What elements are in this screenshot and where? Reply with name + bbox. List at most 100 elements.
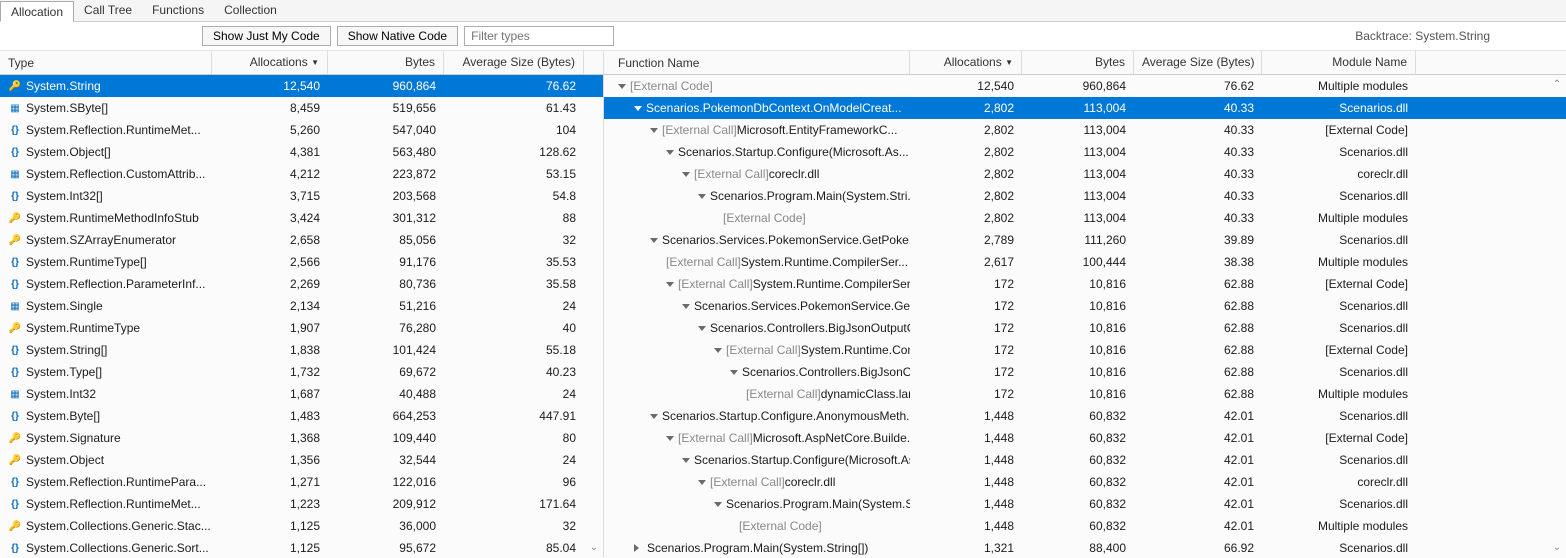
col-bytes[interactable]: Bytes [328,51,444,74]
type-name: System.Collections.Generic.Stac... [26,519,211,533]
expand-collapse-icon[interactable] [698,194,706,199]
expand-collapse-icon[interactable] [714,348,722,353]
col-avg-size[interactable]: Average Size (Bytes) [444,51,584,74]
show-just-my-code-button[interactable]: Show Just My Code [202,26,331,46]
table-row[interactable]: {}System.Int32[]3,715203,56854.8 [0,185,603,207]
tree-row[interactable]: [External Call] dynamicClass.lam...17210… [604,383,1566,405]
tree-row[interactable]: Scenarios.Controllers.BigJsonOutp...1721… [604,361,1566,383]
table-row[interactable]: {}System.Reflection.RuntimeMet...5,26054… [0,119,603,141]
expand-collapse-icon[interactable] [666,150,674,155]
tab-call-tree[interactable]: Call Tree [74,0,142,21]
expand-collapse-icon[interactable] [650,238,658,243]
function-name: Microsoft.AspNetCore.Builde... [753,431,910,445]
backtrace-tree[interactable]: [External Code]12,540960,86476.62Multipl… [604,75,1566,557]
expand-collapse-icon[interactable] [666,282,674,287]
tree-row[interactable]: [External Call] System.Runtime.CompilerS… [604,251,1566,273]
tree-row[interactable]: Scenarios.Controllers.BigJsonOutputC...1… [604,317,1566,339]
show-native-code-button[interactable]: Show Native Code [337,26,458,46]
cell-allocations: 2,802 [910,167,1022,181]
expand-collapse-icon[interactable] [714,502,722,507]
cell-allocations: 1,125 [212,519,328,533]
expand-collapse-icon[interactable] [634,544,643,552]
col-bytes-bt[interactable]: Bytes [1022,51,1134,74]
expand-collapse-icon[interactable] [650,128,658,133]
expand-collapse-icon[interactable] [618,84,626,89]
tree-row[interactable]: Scenarios.Services.PokemonService.GetPok… [604,229,1566,251]
tree-row[interactable]: Scenarios.Program.Main(System.Stri...1,4… [604,493,1566,515]
table-row[interactable]: {}System.Type[]1,73269,67240.23 [0,361,603,383]
tree-row[interactable]: Scenarios.Program.Main(System.String[])1… [604,537,1566,557]
tree-row[interactable]: [External Code]12,540960,86476.62Multipl… [604,75,1566,97]
expand-collapse-icon[interactable] [666,436,674,441]
table-row[interactable]: 🔑System.RuntimeType1,90776,28040 [0,317,603,339]
tree-row[interactable]: Scenarios.Startup.Configure(Microsoft.As… [604,449,1566,471]
table-row[interactable]: {}System.Object[]4,381563,480128.62 [0,141,603,163]
tree-row[interactable]: [External Call] System.Runtime.CompilerS… [604,273,1566,295]
table-row[interactable]: ▦System.Reflection.CustomAttrib...4,2122… [0,163,603,185]
table-row[interactable]: {}System.RuntimeType[]2,56691,17635.53 [0,251,603,273]
cell-avg: 32 [444,519,584,533]
table-row[interactable]: 🔑System.Collections.Generic.Stac...1,125… [0,515,603,537]
tree-row[interactable]: Scenarios.Program.Main(System.Stri...2,8… [604,185,1566,207]
table-row[interactable]: ▦System.Int321,68740,48824 [0,383,603,405]
col-type[interactable]: Type [0,51,212,74]
table-row[interactable]: ▦System.Single2,13451,21624 [0,295,603,317]
tree-row[interactable]: [External Code]1,44860,83242.01Multiple … [604,515,1566,537]
tree-row[interactable]: Scenarios.PokemonDbContext.OnModelCreat.… [604,97,1566,119]
cell-bytes: 85,056 [328,233,444,247]
cell-allocations: 2,566 [212,255,328,269]
col-module-name[interactable]: Module Name [1262,51,1416,74]
expand-collapse-icon[interactable] [698,326,706,331]
cell-avg: 39.89 [1134,233,1262,247]
table-row[interactable]: ▦System.SByte[]8,459519,65661.43 [0,97,603,119]
cell-allocations: 2,802 [910,211,1022,225]
tree-row[interactable]: [External Call] Microsoft.EntityFramewor… [604,119,1566,141]
filter-types-input[interactable] [464,26,614,46]
types-grid[interactable]: 🔑System.String12,540960,86476.62▦System.… [0,75,603,557]
type-name: System.SZArrayEnumerator [26,233,176,247]
table-row[interactable]: 🔑System.String12,540960,86476.62 [0,75,603,97]
tree-row[interactable]: Scenarios.Startup.Configure(Microsoft.As… [604,141,1566,163]
expand-collapse-icon[interactable] [650,414,658,419]
tree-row[interactable]: [External Call] System.Runtime.Com...172… [604,339,1566,361]
tab-collection[interactable]: Collection [214,0,287,21]
cell-bytes: 69,672 [328,365,444,379]
table-row[interactable]: {}System.Byte[]1,483664,253447.91 [0,405,603,427]
table-row[interactable]: 🔑System.Object1,35632,54424 [0,449,603,471]
tree-row[interactable]: [External Call] Microsoft.AspNetCore.Bui… [604,427,1566,449]
expand-collapse-icon[interactable] [682,172,690,177]
tree-row[interactable]: Scenarios.Services.PokemonService.GetP..… [604,295,1566,317]
cell-module: Scenarios.dll [1262,101,1416,115]
table-row[interactable]: {}System.Reflection.ParameterInf...2,269… [0,273,603,295]
col-allocations[interactable]: Allocations ▼ [212,51,328,74]
tab-functions[interactable]: Functions [142,0,214,21]
sort-desc-icon: ▼ [311,58,319,67]
table-row[interactable]: 🔑System.SZArrayEnumerator2,65885,05632 [0,229,603,251]
col-allocations-bt[interactable]: Allocations ▼ [910,51,1022,74]
table-row[interactable]: {}System.String[]1,838101,42455.18 [0,339,603,361]
cell-avg: 40.23 [444,365,584,379]
table-row[interactable]: {}System.Collections.Generic.Sort...1,12… [0,537,603,557]
expand-collapse-icon[interactable] [698,480,706,485]
cell-bytes: 10,816 [1022,299,1134,313]
col-avg-size-bt[interactable]: Average Size (Bytes) [1134,51,1262,74]
table-row[interactable]: 🔑System.RuntimeMethodInfoStub3,424301,31… [0,207,603,229]
cell-bytes: 122,016 [328,475,444,489]
type-name: System.Collections.Generic.Sort... [26,541,209,555]
tree-row[interactable]: Scenarios.Startup.Configure.AnonymousMet… [604,405,1566,427]
cell-bytes: 60,832 [1022,409,1134,423]
table-row[interactable]: {}System.Reflection.RuntimePara...1,2711… [0,471,603,493]
table-row[interactable]: 🔑System.Signature1,368109,44080 [0,427,603,449]
tree-row[interactable]: [External Call] coreclr.dll1,44860,83242… [604,471,1566,493]
expand-collapse-icon[interactable] [730,370,738,375]
cell-avg: 42.01 [1134,475,1262,489]
tree-row[interactable]: [External Code]2,802113,00440.33Multiple… [604,207,1566,229]
tab-allocation[interactable]: Allocation [0,1,74,22]
col-function-name[interactable]: Function Name [604,51,910,74]
expand-collapse-icon[interactable] [682,304,690,309]
tree-row[interactable]: [External Call] coreclr.dll2,802113,0044… [604,163,1566,185]
expand-collapse-icon[interactable] [634,106,642,111]
cell-avg: 80 [444,431,584,445]
table-row[interactable]: {}System.Reflection.RuntimeMet...1,22320… [0,493,603,515]
expand-collapse-icon[interactable] [682,458,690,463]
